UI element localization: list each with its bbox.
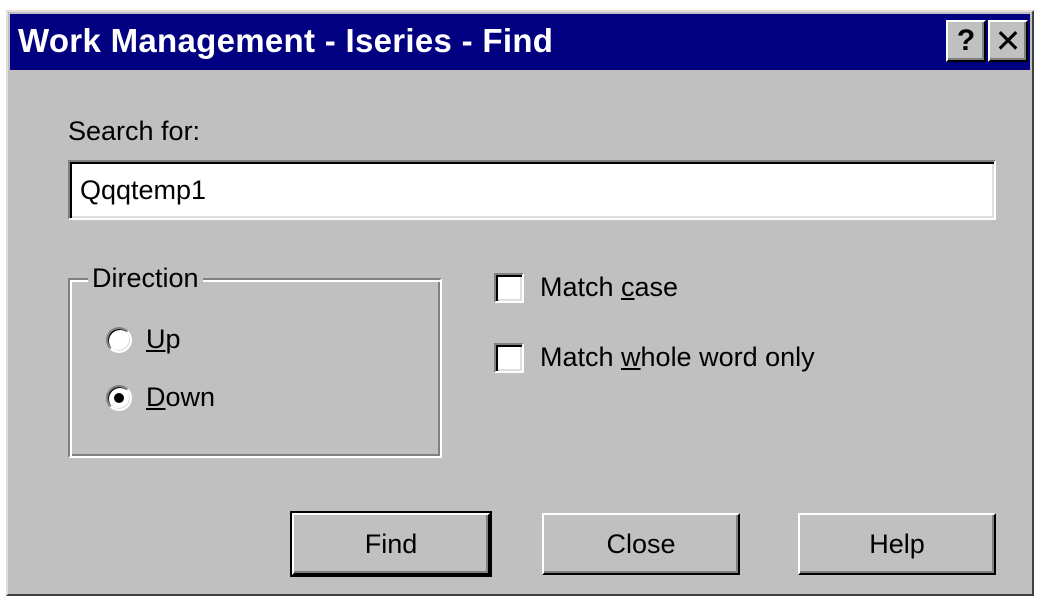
match-whole-word-option[interactable]: Match whole word only [494, 342, 815, 373]
radio-up-label: Up [146, 324, 181, 354]
title-bar: Work Management - Iseries - Find ? ✕ [10, 14, 1030, 70]
match-case-option[interactable]: Match case [494, 272, 678, 303]
radio-down-circle[interactable] [106, 384, 132, 411]
close-x-icon: ✕ [994, 23, 1022, 59]
find-dialog: Work Management - Iseries - Find ? ✕ Sea… [6, 10, 1034, 596]
question-mark-icon: ? [956, 24, 976, 57]
find-button[interactable]: Find [290, 511, 492, 577]
radio-selected-dot [114, 392, 124, 403]
direction-group: Direction Up Down [68, 262, 442, 458]
window-title: Work Management - Iseries - Find [18, 22, 554, 59]
search-input[interactable] [68, 160, 996, 220]
close-button[interactable]: Close [542, 513, 740, 575]
title-help-button[interactable]: ? [946, 20, 986, 62]
radio-up[interactable]: Up [106, 324, 181, 355]
radio-down-label: Down [146, 382, 216, 412]
direction-group-title: Direction [88, 262, 203, 294]
radio-up-circle[interactable] [106, 326, 132, 353]
title-close-button[interactable]: ✕ [988, 20, 1028, 62]
match-whole-word-checkbox[interactable] [494, 342, 524, 373]
help-button[interactable]: Help [798, 513, 996, 575]
match-whole-word-label: Match whole word only [540, 342, 815, 372]
radio-down[interactable]: Down [106, 382, 215, 413]
search-for-label: Search for: [68, 116, 201, 146]
match-case-label: Match case [540, 272, 679, 302]
match-case-checkbox[interactable] [494, 272, 524, 303]
